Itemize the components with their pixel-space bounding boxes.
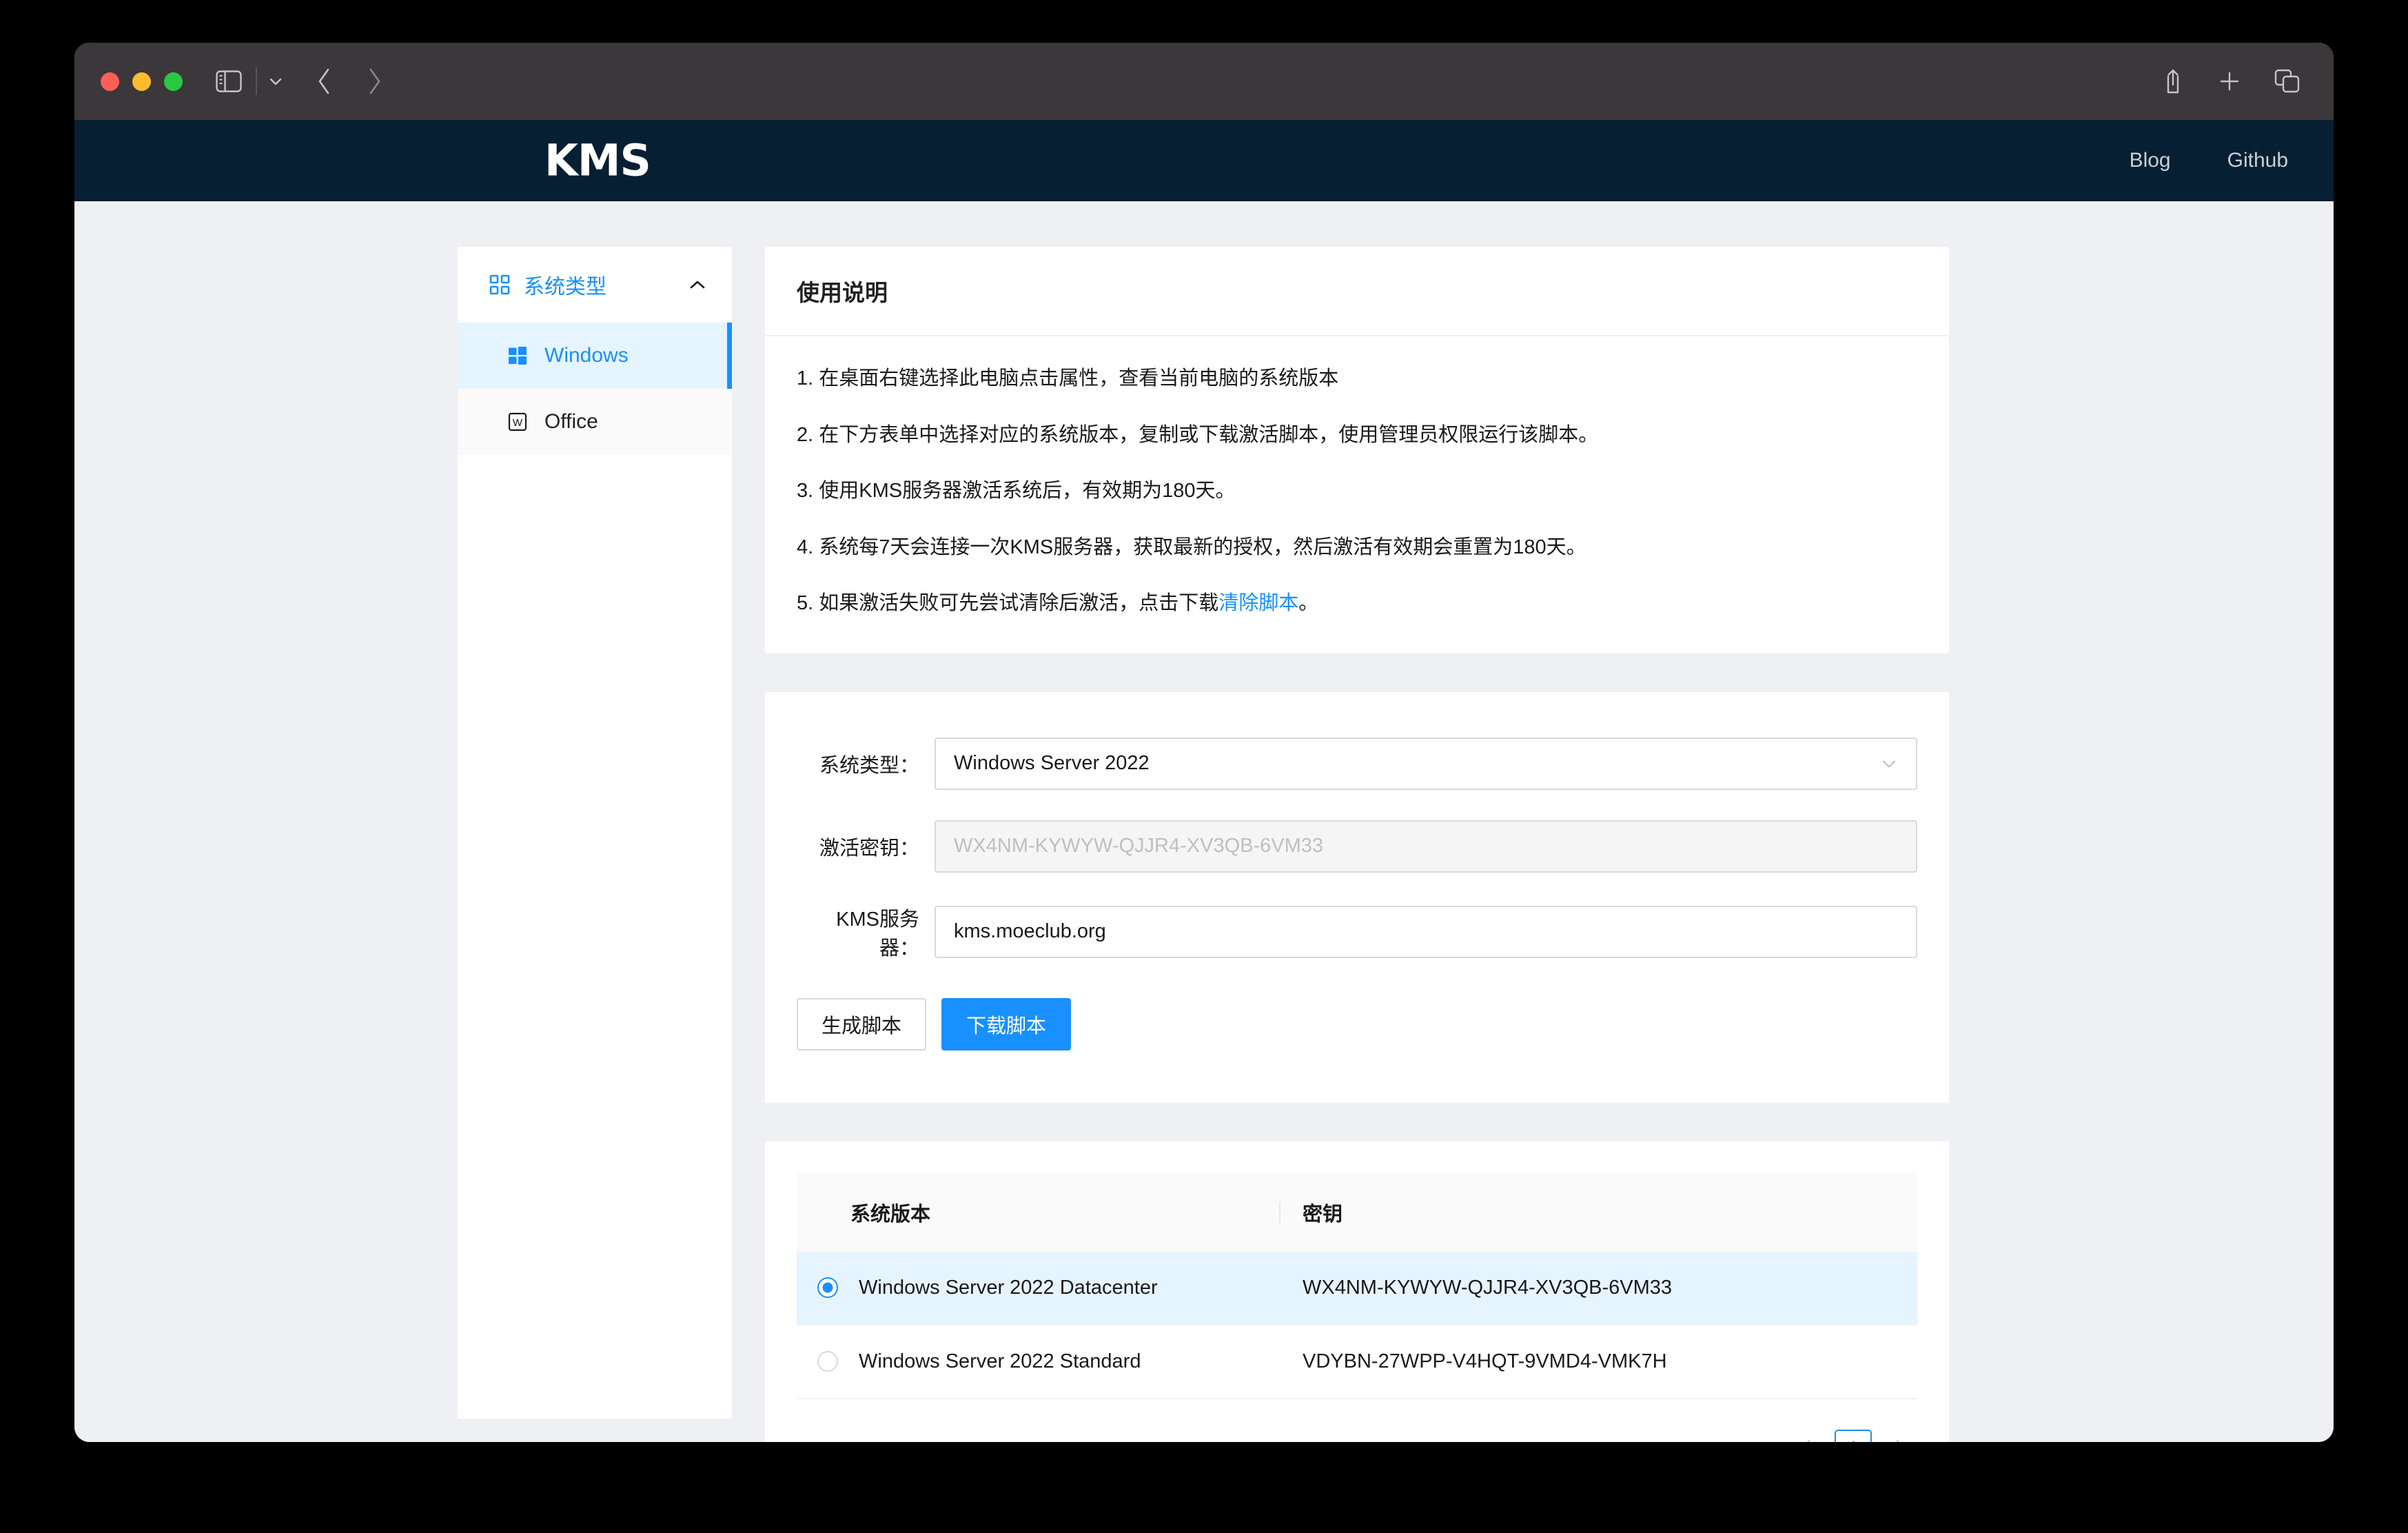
page-layout: 系统类型 Windows W Office 使用说明 1. 在桌面右键选择此电脑… [74, 247, 2334, 1442]
back-arrow-icon[interactable] [316, 67, 333, 96]
sidebar-item-label: Windows [544, 344, 629, 367]
row-radio-button[interactable] [817, 1277, 838, 1298]
word-icon: W [507, 412, 528, 432]
version-radio-wrap: Windows Server 2022 Datacenter [817, 1277, 1279, 1299]
form-row-kms-server: KMS服务器： kms.moeclub.org [797, 903, 1917, 961]
table-head: 系统版本 密钥 [797, 1172, 1917, 1252]
generate-script-button[interactable]: 生成脚本 [797, 997, 927, 1050]
version-name: Windows Server 2022 Datacenter [859, 1276, 1158, 1299]
system-type-label: 系统类型： [819, 754, 919, 777]
activation-key-placeholder: WX4NM-KYWYW-QJJR4-XV3QB-6VM33 [954, 835, 1324, 857]
plus-icon[interactable] [2218, 70, 2241, 93]
kms-server-input[interactable]: kms.moeclub.org [935, 905, 1917, 958]
site-header: KMS Blog Github [74, 120, 2334, 201]
instruction-line: 2. 在下方表单中选择对应的系统版本，复制或下载激活脚本，使用管理员权限运行该脚… [797, 423, 1599, 446]
appstore-grid-icon [489, 274, 510, 295]
site-nav: Blog Github [2130, 149, 2288, 172]
navigation-arrows [316, 67, 382, 96]
pagination-page-1[interactable]: 1 [1835, 1429, 1872, 1442]
column-header-key: 密钥 [1279, 1172, 1917, 1252]
traffic-lights [101, 72, 183, 91]
table-cell-version: Windows Server 2022 Datacenter [797, 1251, 1279, 1326]
sidebar-toggle-icon[interactable] [216, 70, 242, 92]
share-icon[interactable] [2161, 68, 2185, 95]
sidebar: 系统类型 Windows W Office [458, 247, 732, 1419]
browser-toolbar [74, 43, 2334, 120]
table-cell-key: WX4NM-KYWYW-QJJR4-XV3QB-6VM33 [1279, 1251, 1917, 1326]
main-content: 使用说明 1. 在桌面右键选择此电脑点击属性，查看当前电脑的系统版本 2. 在下… [765, 247, 1949, 1442]
version-radio-wrap: Windows Server 2022 Standard [817, 1350, 1279, 1373]
instruction-line: 1. 在桌面右键选择此电脑点击属性，查看当前电脑的系统版本 [797, 367, 1339, 389]
table-body: Windows Server 2022 Datacenter WX4NM-KYW… [797, 1251, 1917, 1399]
page-body: 系统类型 Windows W Office 使用说明 1. 在桌面右键选择此电脑… [74, 201, 2334, 1442]
close-window-button[interactable] [101, 72, 119, 91]
instructions-card: 使用说明 1. 在桌面右键选择此电脑点击属性，查看当前电脑的系统版本 2. 在下… [765, 247, 1949, 653]
forward-arrow-icon[interactable] [366, 67, 382, 96]
system-type-value: Windows Server 2022 [954, 752, 1150, 774]
table-row[interactable]: Windows Server 2022 Standard VDYBN-27WPP… [797, 1324, 1917, 1399]
instruction-line-5-suffix: 。 [1298, 592, 1319, 614]
nav-link-github[interactable]: Github [2227, 149, 2288, 172]
sidebar-item-label: Office [544, 410, 598, 433]
chevron-up-icon[interactable] [688, 273, 707, 296]
sidebar-header-label: 系统类型 [524, 276, 606, 298]
tab-overview-icon[interactable] [2274, 69, 2300, 94]
table-cell-key: VDYBN-27WPP-V4HQT-9VMD4-VMK7H [1279, 1324, 1917, 1399]
svg-text:W: W [513, 417, 523, 429]
activation-key-label: 激活密钥： [819, 837, 919, 860]
maximize-window-button[interactable] [164, 72, 183, 91]
versions-table-card: 系统版本 密钥 Windows Server 2022 Datacenter W… [765, 1141, 1949, 1442]
kms-server-value: kms.moeclub.org [954, 920, 1106, 942]
script-form-card: 系统类型： Windows Server 2022 激活密钥： WX4NM-KY… [765, 691, 1949, 1103]
instruction-line-5-prefix: 5. 如果激活失败可先尝试清除后激活，点击下载 [797, 592, 1219, 614]
chevron-left-icon[interactable] [1789, 1430, 1825, 1442]
minimize-window-button[interactable] [132, 72, 151, 91]
browser-window: KMS Blog Github 系统类型 Windows W Office 使用… [74, 43, 2334, 1442]
form-row-system-type: 系统类型： Windows Server 2022 [797, 737, 1917, 790]
toolbar-right-actions [2161, 43, 2300, 120]
version-name: Windows Server 2022 Standard [859, 1350, 1141, 1372]
chevron-down-icon [1880, 752, 1898, 775]
system-type-select[interactable]: Windows Server 2022 [935, 737, 1917, 790]
sidebar-toggle-group [216, 68, 285, 95]
versions-table: 系统版本 密钥 Windows Server 2022 Datacenter W… [797, 1172, 1917, 1399]
chevron-right-icon[interactable] [1881, 1430, 1917, 1442]
windows-icon [507, 345, 528, 366]
download-script-button[interactable]: 下载脚本 [941, 997, 1072, 1050]
form-row-activation-key: 激活密钥： WX4NM-KYWYW-QJJR4-XV3QB-6VM33 [797, 820, 1917, 873]
chevron-down-icon[interactable] [267, 75, 285, 88]
toolbar-divider [256, 68, 257, 95]
nav-link-blog[interactable]: Blog [2130, 149, 2171, 172]
kms-server-label: KMS服务器： [836, 908, 919, 960]
clear-script-link[interactable]: 清除脚本 [1218, 592, 1298, 614]
column-header-version: 系统版本 [797, 1172, 1279, 1252]
instruction-line: 4. 系统每7天会连接一次KMS服务器，获取最新的授权，然后激活有效期会重置为1… [797, 536, 1586, 558]
table-row[interactable]: Windows Server 2022 Datacenter WX4NM-KYW… [797, 1251, 1917, 1326]
instruction-line-5: 5. 如果激活失败可先尝试清除后激活，点击下载清除脚本。 [797, 589, 1917, 619]
form-buttons: 生成脚本 下载脚本 [797, 997, 1917, 1050]
instruction-line: 3. 使用KMS服务器激活系统后，有效期为180天。 [797, 480, 1236, 502]
activation-key-input[interactable]: WX4NM-KYWYW-QJJR4-XV3QB-6VM33 [935, 820, 1917, 873]
sidebar-item-windows[interactable]: Windows [458, 323, 732, 389]
row-radio-button[interactable] [817, 1351, 838, 1372]
sidebar-item-office[interactable]: W Office [458, 389, 732, 455]
instructions-title: 使用说明 [765, 247, 1949, 336]
brand-logo[interactable]: KMS [544, 136, 651, 186]
sidebar-header-system-type[interactable]: 系统类型 [458, 247, 732, 323]
table-cell-version: Windows Server 2022 Standard [797, 1324, 1279, 1399]
table-header-row: 系统版本 密钥 [797, 1172, 1917, 1252]
pagination: 1 [797, 1429, 1917, 1442]
instructions-body: 1. 在桌面右键选择此电脑点击属性，查看当前电脑的系统版本 2. 在下方表单中选… [765, 336, 1949, 653]
